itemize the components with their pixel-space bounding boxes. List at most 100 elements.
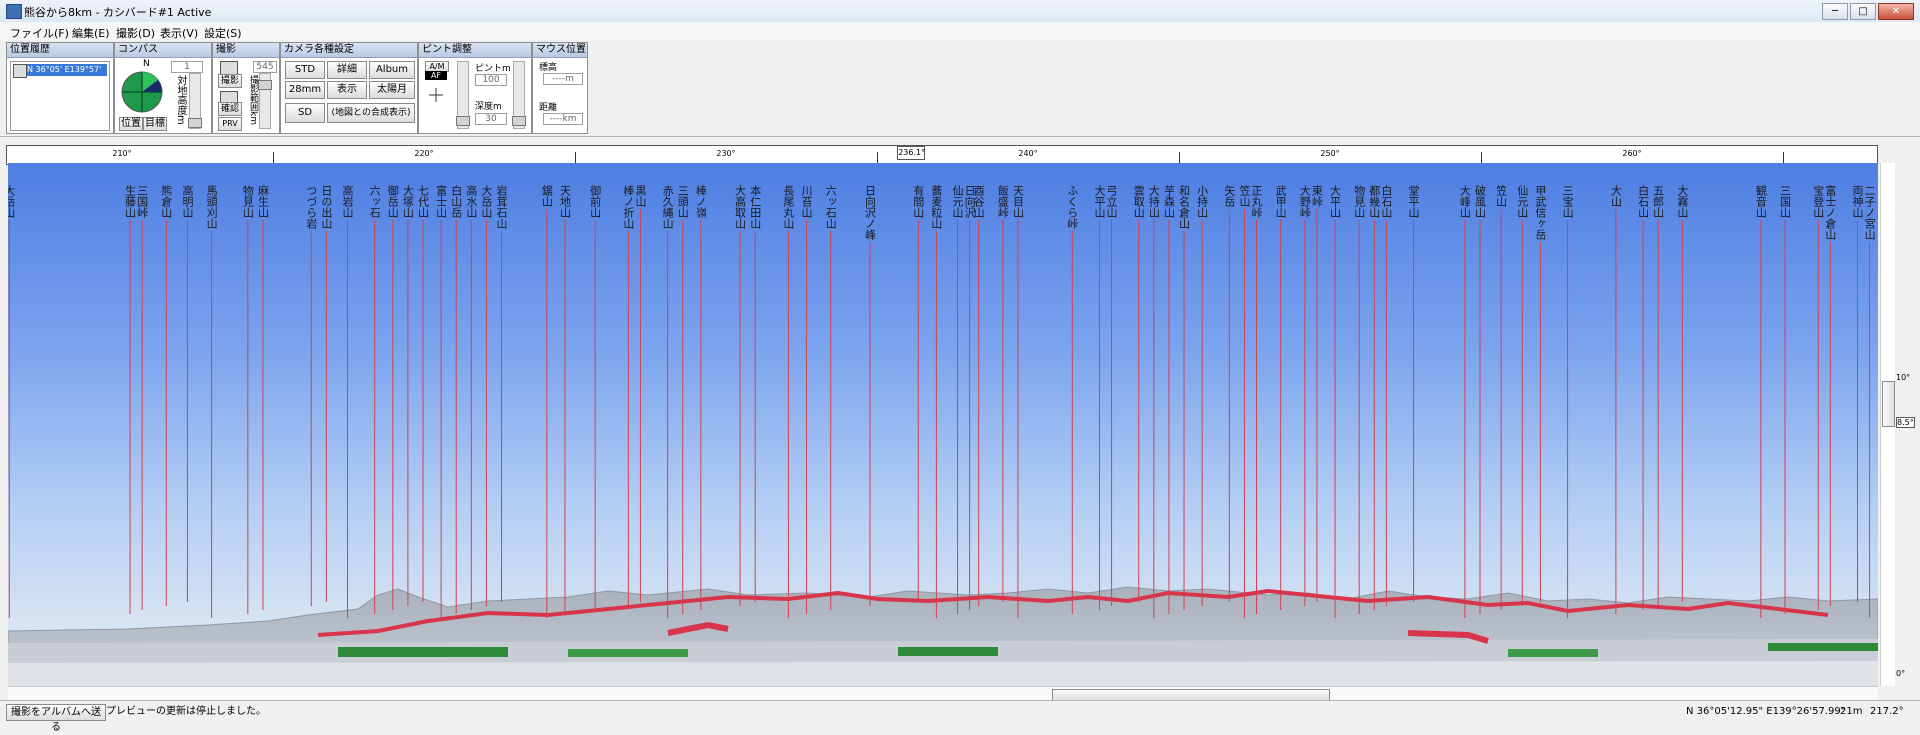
horizontal-scrollbar[interactable] <box>8 686 1878 701</box>
camera-panel-title: カメラ各種設定 <box>281 43 417 58</box>
peak-label: 宝登山 <box>1811 185 1825 218</box>
status-elevation: 21m <box>1840 706 1863 717</box>
peak-label: 馬頭刈山 <box>205 185 219 229</box>
mouse-panel: マウス位置 標高 ----m 距離 ----km <box>532 42 588 134</box>
peak-label: 有間山 <box>911 185 925 218</box>
peak-label: 生藤山 <box>123 185 137 218</box>
focus-value[interactable]: 100 <box>475 74 507 86</box>
map-overlay-button[interactable]: (地図との合成表示) <box>327 103 415 123</box>
focus-slider[interactable] <box>456 61 470 129</box>
confirm-button[interactable]: 確認 <box>218 102 242 116</box>
depth-slider[interactable] <box>512 61 526 129</box>
peak-lines <box>8 209 1871 618</box>
peak-label: 御岳山 <box>386 185 400 218</box>
peak-label: 弓立山 <box>1105 185 1119 218</box>
peak-label: 雲取山 <box>1132 185 1146 218</box>
compass-north-label: N <box>143 59 150 69</box>
peak-label: 棒ノ折山 <box>621 185 635 229</box>
position-button[interactable]: 位置 <box>119 117 143 131</box>
depth-label: 深度m <box>475 102 502 112</box>
display-button[interactable]: 表示 <box>327 81 367 99</box>
std-button[interactable]: STD <box>285 61 325 79</box>
detail-button[interactable]: 詳細 <box>327 61 367 79</box>
peak-label: 物見山 <box>241 185 255 218</box>
mouse-distance-label: 距離 <box>539 103 558 113</box>
lens-button[interactable]: 28mm <box>285 81 325 99</box>
peak-label: 七代山 <box>416 185 430 218</box>
peak-label: 大平山 <box>1092 185 1106 218</box>
peak-label: 本仁田山 <box>748 185 762 229</box>
scale-top-label: 10° <box>1896 373 1911 382</box>
azimuth-pointer[interactable]: 236.1° <box>897 146 926 160</box>
menu-settings[interactable]: 設定(S) <box>204 25 242 41</box>
elevation-slider[interactable] <box>188 73 202 129</box>
mouse-elevation-value: ----m <box>543 73 583 85</box>
vertical-scrollbar[interactable] <box>1880 163 1895 686</box>
mouse-panel-title: マウス位置 <box>533 43 587 58</box>
menu-view[interactable]: 表示(V) <box>160 25 198 41</box>
peak-label: 観音山 <box>1754 185 1768 218</box>
peak-label: 両神山 <box>1851 185 1864 218</box>
window-title: 熊谷から8km - カシバード#1 Active <box>24 6 212 19</box>
peak-label: 高水山 <box>464 185 478 218</box>
peak-label: 御前山 <box>588 185 602 218</box>
sd-button[interactable]: SD <box>285 103 325 123</box>
history-entry[interactable]: N 36°05' E139°57' <box>27 64 107 76</box>
depth-value[interactable]: 30 <box>475 113 507 125</box>
menu-shoot[interactable]: 撮影(D) <box>116 25 155 41</box>
focus-panel: ピント調整 A/M AF ピントm 100 深度m 30 <box>418 42 532 134</box>
peak-label: 都幾山 <box>1367 185 1381 218</box>
maximize-button[interactable]: □ <box>1850 3 1876 20</box>
peak-label: 白山岳 <box>449 185 463 218</box>
compass-icon[interactable] <box>120 70 164 114</box>
close-button[interactable]: ✕ <box>1878 3 1914 20</box>
peak-label: 和名倉山 <box>1177 185 1191 229</box>
peak-label: 小持山 <box>1195 185 1209 218</box>
scale-bottom-label: 0° <box>1896 669 1906 678</box>
peak-label: 東峠 <box>1310 185 1324 207</box>
mouse-distance-value: ----km <box>543 113 583 125</box>
target-button[interactable]: 目標 <box>143 117 167 131</box>
history-panel-title: 位置履歴 <box>7 43 113 58</box>
peak-label: 白石山 <box>1636 185 1650 218</box>
peak-label: 物見山 <box>1352 185 1366 218</box>
peak-label: 大霧山 <box>1675 185 1689 218</box>
shoot-button[interactable]: 撮影 <box>218 74 242 88</box>
panorama-view[interactable]: 大岳山 生藤山 三国峠 熊倉山 高明山 馬頭刈山 物見山 麻生山 つづら岩 日の出山 高岩山 六ッ石御… <box>8 163 1878 686</box>
send-to-album-button[interactable]: 撮影をアルバムへ送る <box>6 704 106 733</box>
minimize-button[interactable]: ─ <box>1822 3 1848 20</box>
peak-label: 富士山 <box>434 185 448 218</box>
peak-label: 大高取山 <box>733 185 747 229</box>
sun-moon-button[interactable]: 太陽月 <box>369 81 415 99</box>
elevation-label: 対地高度m <box>175 75 186 125</box>
peak-label: 仙元山 <box>1515 185 1529 218</box>
menu-edit[interactable]: 編集(E) <box>72 25 110 41</box>
album-button[interactable]: Album <box>369 61 415 79</box>
compass-slider-value: 1 <box>171 61 203 73</box>
menu-bar: ファイル(F) 編集(E) 撮影(D) 表示(V) 設定(S) <box>0 22 1920 41</box>
range-slider[interactable] <box>258 73 272 129</box>
shoot-panel: 撮影 撮影 確認 PRV 545 撮影範囲km <box>212 42 280 134</box>
peak-label: 高岩山 <box>341 185 354 218</box>
peak-label: 武甲山 <box>1274 185 1288 218</box>
focus-label: ピントm <box>475 64 511 74</box>
vertical-scroll-thumb[interactable] <box>1882 381 1895 427</box>
camera-panel: カメラ各種設定 STD 詳細 Album 28mm 表示 太陽月 SD (地図と… <box>280 42 418 134</box>
preview-button[interactable]: PRV <box>218 117 242 131</box>
menu-file[interactable]: ファイル(F) <box>10 25 69 41</box>
azimuth-ruler[interactable]: 236.1° 210° 220° 230° 240° 250° 260° <box>6 145 1878 165</box>
peak-label: 破風山 <box>1473 185 1487 218</box>
peak-label: 熊倉山 <box>159 185 173 218</box>
peak-label: 五郎山 <box>1651 185 1665 218</box>
peak-label: ふくら峠 <box>1065 185 1079 229</box>
compass-panel-title: コンパス <box>115 43 211 58</box>
camera-icon <box>220 61 238 75</box>
peak-label: 大岳山 <box>8 185 16 218</box>
peak-label: 大山 <box>1609 185 1623 207</box>
status-coordinates: N 36°05'12.95" E139°26'57.99" <box>1686 706 1846 717</box>
peak-label: 日の出山 <box>319 185 333 229</box>
history-list[interactable]: N 36°05' E139°57' <box>10 61 110 131</box>
ruler-label: 210° <box>112 149 132 158</box>
peak-label: 棒ノ嶺 <box>694 185 708 218</box>
range-label: 撮影範囲km <box>248 75 258 125</box>
